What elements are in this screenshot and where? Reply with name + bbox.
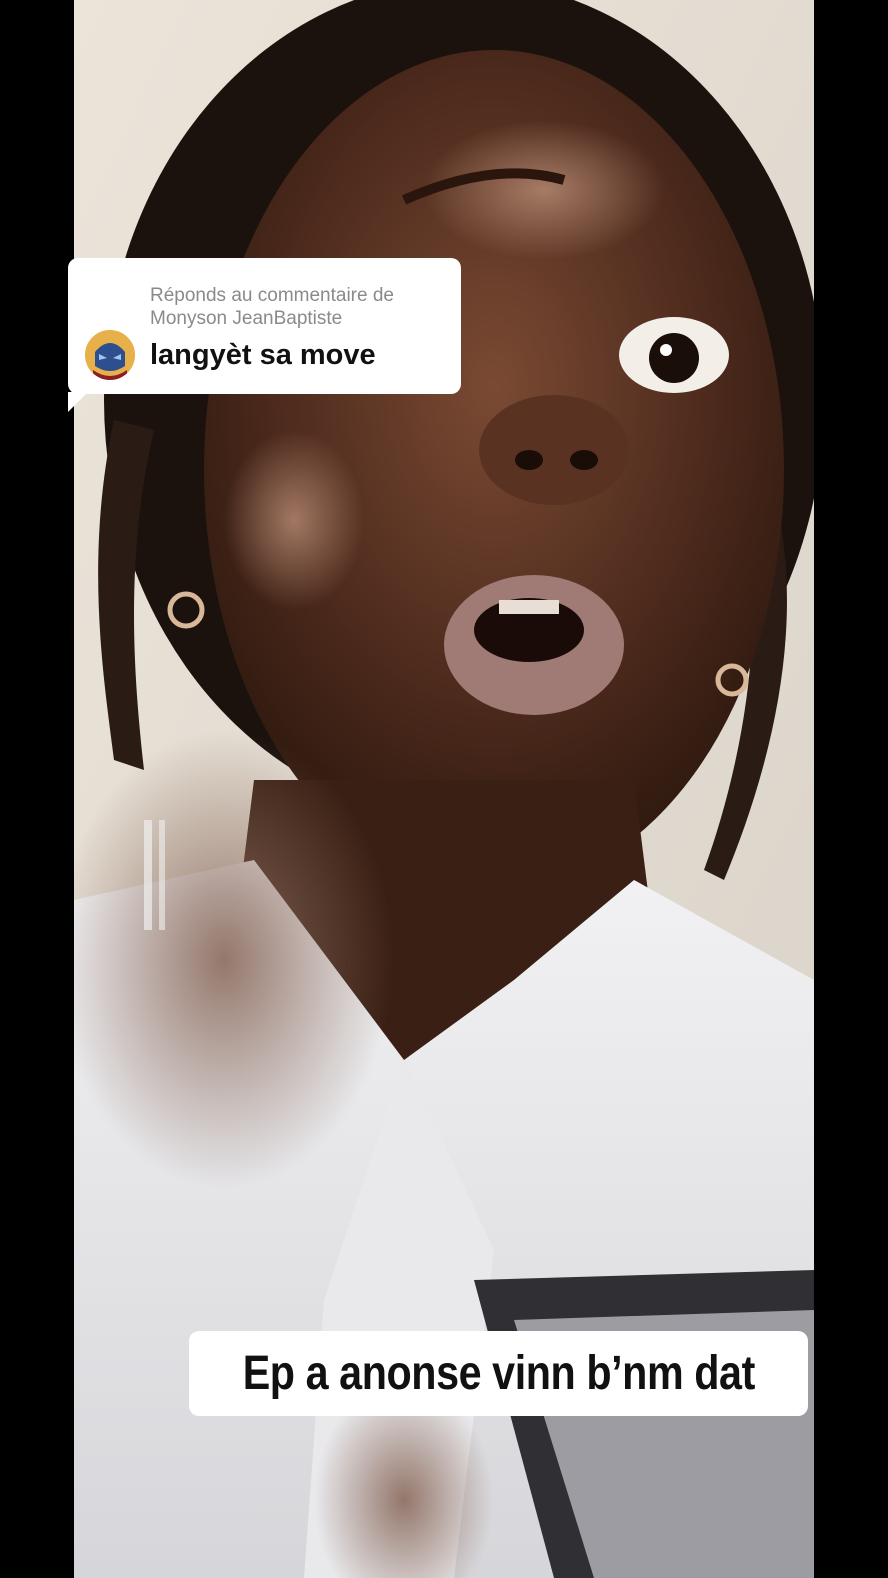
- reply-bubble-tail: [68, 392, 88, 412]
- comment-text: langyèt sa move: [150, 339, 376, 371]
- right-letterbox: [814, 0, 888, 1578]
- superhero-mask-avatar-icon[interactable]: [85, 330, 135, 380]
- reply-label: Réponds au commentaire de Monyson JeanBa…: [150, 285, 394, 329]
- caption-box: Ep a anonse vinn b’nm dat: [189, 1331, 808, 1416]
- left-letterbox: [0, 0, 74, 1578]
- caption-text: Ep a anonse vinn b’nm dat: [242, 1347, 755, 1400]
- reply-comment-bubble[interactable]: Réponds au commentaire de Monyson JeanBa…: [68, 258, 461, 394]
